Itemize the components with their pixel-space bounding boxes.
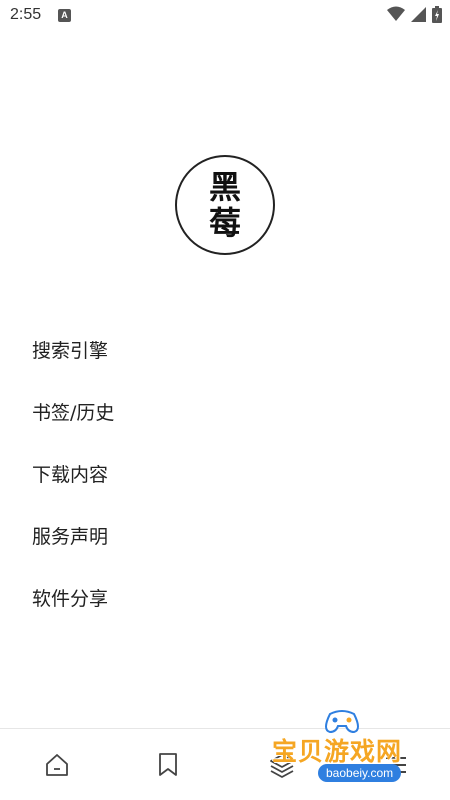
watermark: 宝贝游戏网 baobeiy.com <box>272 708 422 793</box>
status-icons <box>387 5 442 27</box>
logo-char-1: 黑 <box>208 168 241 206</box>
notification-a-icon: A <box>58 9 71 22</box>
menu-item-downloads[interactable]: 下载内容 <box>0 442 450 504</box>
main-menu: 搜索引擎 书签/历史 下载内容 服务声明 软件分享 <box>0 318 450 628</box>
logo-char-2: 莓 <box>208 204 241 242</box>
bookmark-button[interactable] <box>148 747 188 787</box>
home-icon <box>44 752 70 782</box>
status-time: 2:55 <box>10 6 42 23</box>
menu-item-service-statement[interactable]: 服务声明 <box>0 504 450 566</box>
menu-item-search-engine[interactable]: 搜索引擎 <box>0 318 450 380</box>
menu-item-share-app[interactable]: 软件分享 <box>0 566 450 628</box>
bookmark-icon <box>157 752 179 782</box>
app-logo: 黑 莓 <box>175 155 275 255</box>
wifi-icon <box>387 6 405 26</box>
signal-icon <box>411 6 426 26</box>
menu-item-bookmarks-history[interactable]: 书签/历史 <box>0 380 450 442</box>
battery-icon <box>432 5 442 27</box>
home-button[interactable] <box>37 747 77 787</box>
watermark-text: 宝贝游戏网 <box>272 737 403 766</box>
status-bar: 2:55 A <box>0 0 450 32</box>
watermark-url: baobeiy.com <box>318 764 402 782</box>
